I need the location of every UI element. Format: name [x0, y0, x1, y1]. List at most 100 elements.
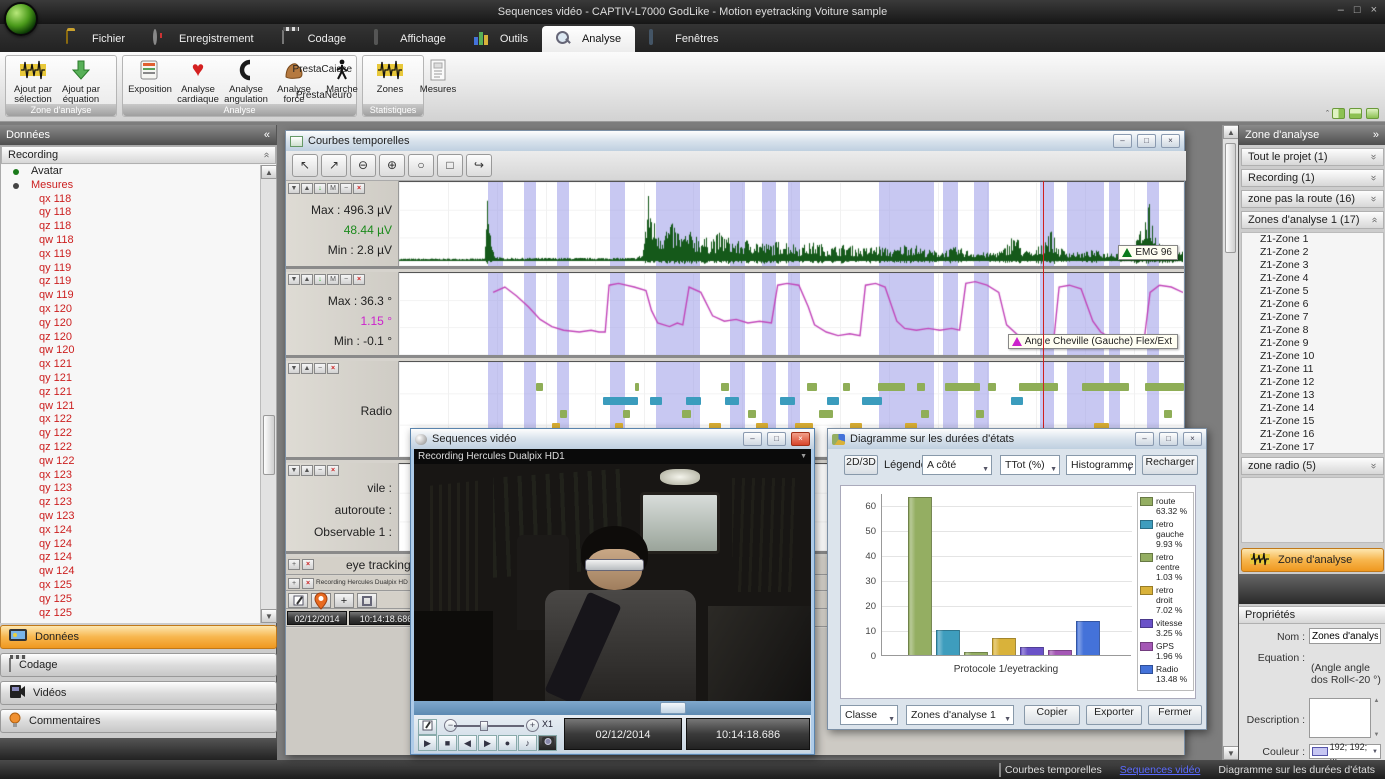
section-2[interactable]: Recording (1)»	[1241, 169, 1384, 187]
row-control-+[interactable]: +	[288, 559, 300, 570]
recording-group-header[interactable]: Recording »	[1, 146, 276, 164]
tree-item[interactable]: qw 120	[1, 344, 261, 358]
scroll-up-icon[interactable]: ▲	[261, 165, 277, 179]
close-icon[interactable]: ×	[1371, 4, 1377, 16]
accordion-codage[interactable]: Codage	[0, 653, 277, 677]
section-header[interactable]: Tout le projet (1)»	[1241, 148, 1384, 166]
edit-button[interactable]	[288, 593, 308, 608]
tree-item[interactable]: qx 125	[1, 579, 261, 593]
zone-item[interactable]: Z1-Zone 8	[1242, 324, 1383, 337]
tree-item[interactable]: qw 119	[1, 289, 261, 303]
close-icon[interactable]: ×	[791, 432, 810, 446]
chart-tool-1-button[interactable]: ↖	[292, 154, 318, 177]
plus-button[interactable]: +	[334, 593, 354, 608]
chart-tool-7-button[interactable]: ↪	[466, 154, 492, 177]
metric-select[interactable]: TTot (%)▼	[1000, 455, 1060, 475]
tree-item[interactable]: qz 121	[1, 386, 261, 400]
tree-item[interactable]: qz 122	[1, 441, 261, 455]
tree-item[interactable]: qz 118	[1, 220, 261, 234]
collapse-ribbon-icon[interactable]: ˆ	[1326, 109, 1328, 119]
description-input[interactable]	[1309, 698, 1371, 738]
tree-item[interactable]: qz 124	[1, 551, 261, 565]
row-control-+[interactable]: +	[288, 578, 300, 589]
ajoutpar-quation-button[interactable]: Ajout par équation	[58, 58, 104, 105]
tree-item[interactable]: qw 118	[1, 234, 261, 248]
row-control-×[interactable]: ×	[302, 559, 314, 570]
tree-item[interactable]: qw 123	[1, 510, 261, 524]
minimize-icon[interactable]: –	[1338, 4, 1344, 16]
section-4[interactable]: Zones d'analyse 1 (17)»	[1241, 211, 1384, 229]
main-vertical-scrollbar[interactable]: ▲ ▼	[1222, 125, 1238, 760]
tab-outils[interactable]: Outils	[460, 26, 542, 52]
section-header[interactable]: zone pas la route (16)»	[1241, 190, 1384, 208]
tree-item[interactable]: Avatar	[1, 165, 261, 179]
zone-item[interactable]: Z1-Zone 12	[1242, 376, 1383, 389]
collapse-icon[interactable]: »	[1366, 217, 1382, 223]
video-titlebar[interactable]: Sequences vidéo – □ ×	[411, 429, 814, 449]
tree-item[interactable]: qw 122	[1, 455, 261, 469]
row-control-M[interactable]: M	[327, 274, 339, 285]
tab-codage[interactable]: Codage	[268, 26, 361, 52]
tree-item[interactable]: qz 123	[1, 496, 261, 510]
tab-fenêtres[interactable]: Fenêtres	[635, 26, 732, 52]
chart-tool-3-button[interactable]: ⊖	[350, 154, 376, 177]
statusbar-item[interactable]: Sequences vidéo	[1116, 764, 1201, 776]
step-forward-button[interactable]: ▶	[478, 735, 497, 751]
diagram-titlebar[interactable]: Diagramme sur les durées d'états – □ ×	[828, 429, 1206, 449]
row-control-×[interactable]: ×	[327, 363, 339, 374]
row-control-−[interactable]: −	[340, 274, 352, 285]
zones-select[interactable]: Zones d'analyse 1▼	[906, 705, 1014, 725]
accordion-commentaires[interactable]: Commentaires	[0, 709, 277, 733]
export-button[interactable]: Exporter	[1086, 705, 1142, 725]
row-control-▼[interactable]: ▼	[288, 183, 300, 194]
chart-tool-2-button[interactable]: ↗	[321, 154, 347, 177]
mesures-button[interactable]: Mesures	[415, 58, 461, 95]
zone-item[interactable]: Z1-Zone 11	[1242, 363, 1383, 376]
tree-item[interactable]: qy 119	[1, 262, 261, 276]
row-control-▲[interactable]: ▲	[301, 274, 313, 285]
zone-item[interactable]: Z1-Zone 17	[1242, 441, 1383, 454]
row-control-▲[interactable]: ▲	[301, 465, 313, 476]
statusbar-item[interactable]: Courbes temporelles	[999, 764, 1102, 776]
classe-select[interactable]: Classe▼	[840, 705, 898, 725]
flag-button[interactable]	[357, 593, 377, 608]
vertical-split-icon[interactable]	[1332, 108, 1345, 119]
exposition-button[interactable]: Exposition	[127, 58, 173, 95]
signal-plot-1[interactable]	[399, 181, 1184, 266]
expand-icon[interactable]: »	[1366, 154, 1382, 160]
tree-item[interactable]: qz 125	[1, 607, 261, 621]
row-control-×[interactable]: ×	[327, 465, 339, 476]
minimize-icon[interactable]: –	[743, 432, 762, 446]
app-logo-orb[interactable]	[4, 2, 38, 36]
copy-button[interactable]: Copier	[1024, 705, 1080, 725]
description-scroll[interactable]: ▲▼	[1372, 698, 1381, 738]
tree-item[interactable]: qy 125	[1, 593, 261, 607]
tree-item[interactable]: qz 119	[1, 275, 261, 289]
reload-button[interactable]: Recharger	[1142, 455, 1198, 475]
snapshot-button[interactable]	[538, 735, 557, 751]
ajoutpar-slection-button[interactable]: Ajout par sélection	[10, 58, 56, 105]
play-button[interactable]: ▶	[418, 735, 437, 751]
zone-item[interactable]: Z1-Zone 1	[1242, 233, 1383, 246]
tree-item[interactable]: qz 120	[1, 331, 261, 345]
row-control-▲[interactable]: ▲	[301, 183, 313, 194]
expand-icon[interactable]: »	[1366, 175, 1382, 181]
video-seek-bar[interactable]	[414, 701, 811, 715]
chart-type-select[interactable]: Histogramme▼	[1066, 455, 1136, 475]
tree-item[interactable]: qx 122	[1, 413, 261, 427]
sound-button[interactable]: ♪	[518, 735, 537, 751]
tree-item[interactable]: qw 121	[1, 400, 261, 414]
scroll-down-icon[interactable]: ▼	[261, 609, 277, 623]
prestaneuro-button[interactable]: PrestaNeuro	[296, 90, 352, 101]
restore-icon[interactable]: □	[1159, 432, 1178, 446]
tree-scrollbar[interactable]: ▲ ▼	[260, 165, 276, 623]
slider-thumb[interactable]	[480, 721, 488, 731]
edit-marker-button[interactable]	[418, 719, 437, 735]
section-header[interactable]: Recording (1)»	[1241, 169, 1384, 187]
expand-panel-icon[interactable]: »	[1373, 125, 1379, 145]
scroll-down-icon[interactable]: ▼	[1223, 746, 1239, 760]
row-control-▼[interactable]: ▼	[288, 274, 300, 285]
source-dropdown-icon[interactable]: ▼	[800, 449, 807, 464]
tree-item[interactable]: qy 123	[1, 482, 261, 496]
scroll-up-icon[interactable]: ▲	[1223, 125, 1239, 139]
